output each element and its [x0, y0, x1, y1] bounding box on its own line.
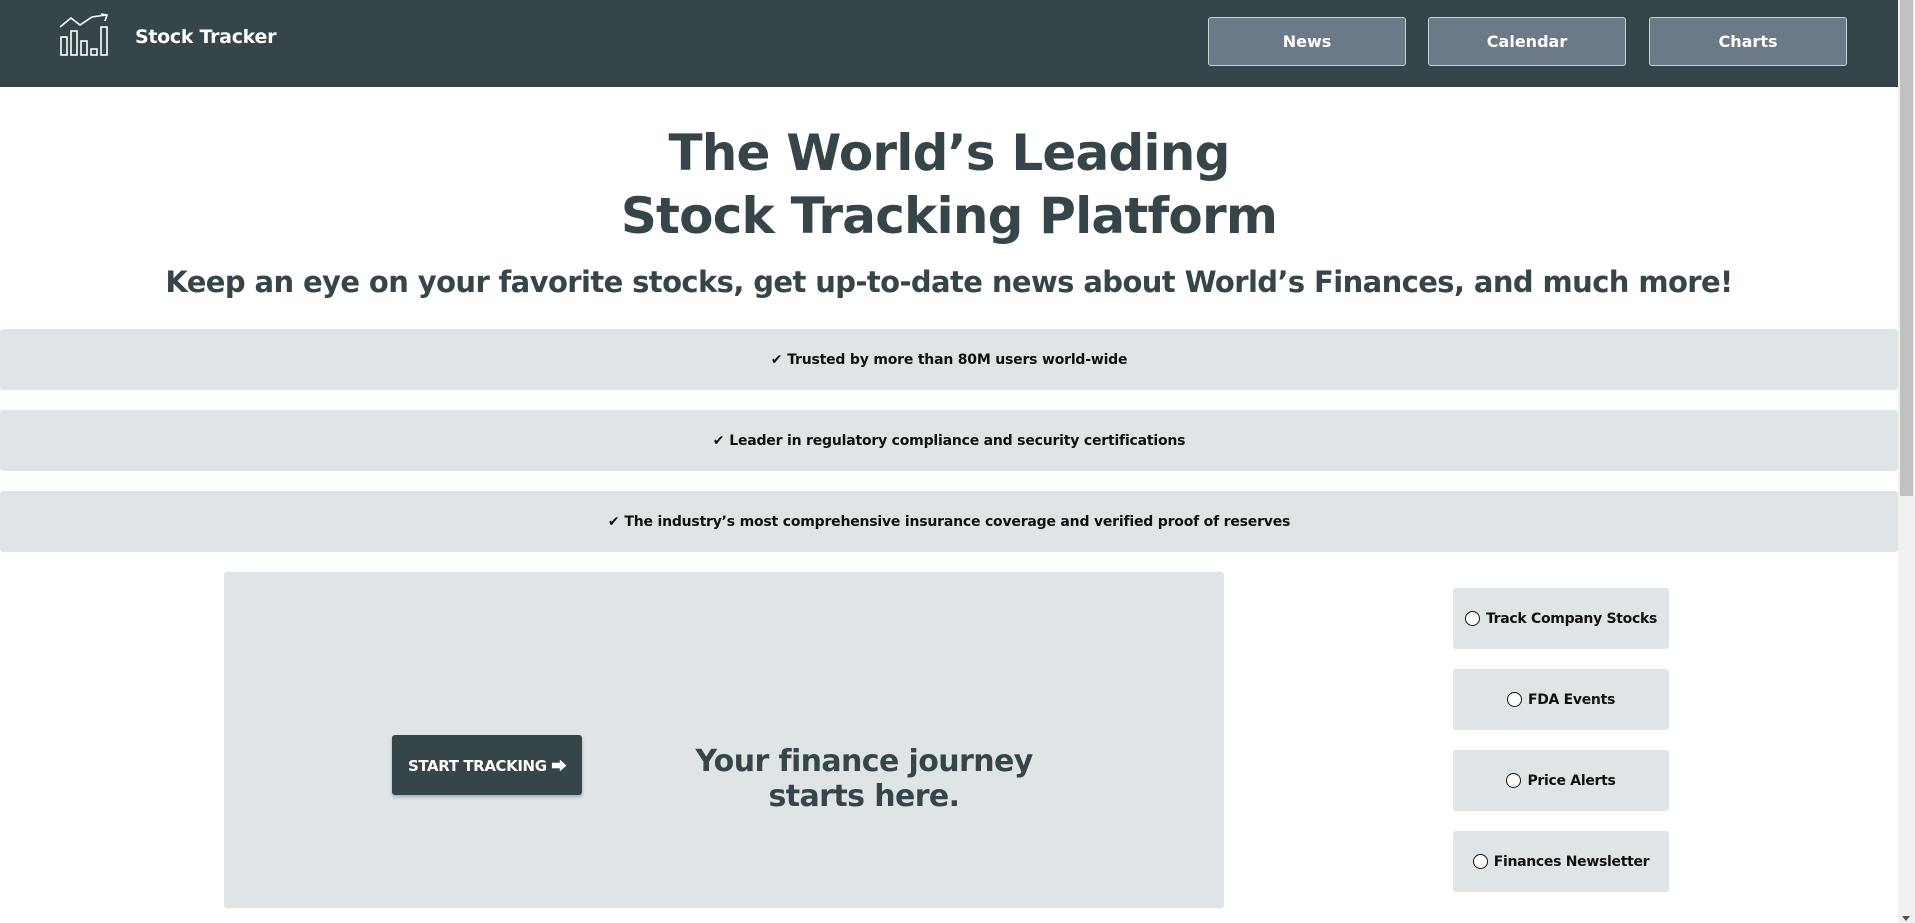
- option-label: Track Company Stocks: [1485, 610, 1658, 627]
- start-tracking-button[interactable]: START TRACKING ⮕: [392, 735, 582, 795]
- feature-text: Trusted by more than 80M users world-wid…: [787, 351, 1128, 368]
- cta-panel: START TRACKING ⮕ Your finance journey st…: [224, 572, 1224, 908]
- nav-charts-button[interactable]: Charts: [1649, 17, 1847, 66]
- option-label: FDA Events: [1527, 691, 1616, 708]
- option-fda-events[interactable]: FDA Events: [1453, 669, 1669, 730]
- check-icon: ✔: [770, 351, 783, 368]
- bar-chart-trend-icon[interactable]: [58, 13, 112, 57]
- check-icon: ✔: [607, 513, 620, 530]
- feature-band-insurance: ✔ The industry’s most comprehensive insu…: [0, 491, 1898, 552]
- feature-band-compliance: ✔ Leader in regulatory compliance and se…: [0, 410, 1898, 471]
- scrollbar-thumb[interactable]: [1900, 0, 1913, 496]
- hero-title-line2: Stock Tracking Platform: [620, 187, 1278, 245]
- radio-unchecked-icon[interactable]: [1506, 692, 1522, 707]
- hero-subtitle: Keep an eye on your favorite stocks, get…: [165, 265, 1733, 299]
- option-finances-newsletter[interactable]: Finances Newsletter: [1453, 831, 1669, 892]
- feature-band-users: ✔ Trusted by more than 80M users world-w…: [0, 329, 1898, 390]
- page-scrollbar[interactable]: [1898, 0, 1915, 923]
- scroll-down-arrow-icon[interactable]: [1902, 916, 1910, 921]
- radio-unchecked-icon[interactable]: [1472, 854, 1488, 869]
- nav-news-button[interactable]: News: [1208, 17, 1406, 66]
- brand-name[interactable]: Stock Tracker: [135, 26, 276, 48]
- option-label: Finances Newsletter: [1493, 853, 1650, 870]
- hero-title-line1: The World’s Leading: [668, 124, 1230, 182]
- nav-calendar-button[interactable]: Calendar: [1428, 17, 1626, 66]
- feature-text: The industry’s most comprehensive insura…: [624, 513, 1291, 530]
- feature-text: Leader in regulatory compliance and secu…: [729, 432, 1186, 449]
- cta-tagline: Your finance journey starts here.: [695, 744, 1033, 814]
- option-price-alerts[interactable]: Price Alerts: [1453, 750, 1669, 811]
- option-track-company-stocks[interactable]: Track Company Stocks: [1453, 588, 1669, 649]
- radio-unchecked-icon[interactable]: [1506, 773, 1522, 788]
- hero-title: The World’s Leading Stock Tracking Platf…: [0, 122, 1898, 248]
- radio-unchecked-icon[interactable]: [1464, 611, 1480, 626]
- check-icon: ✔: [712, 432, 725, 449]
- option-label: Price Alerts: [1527, 772, 1616, 789]
- top-nav: Stock Tracker News Calendar Charts: [0, 0, 1898, 87]
